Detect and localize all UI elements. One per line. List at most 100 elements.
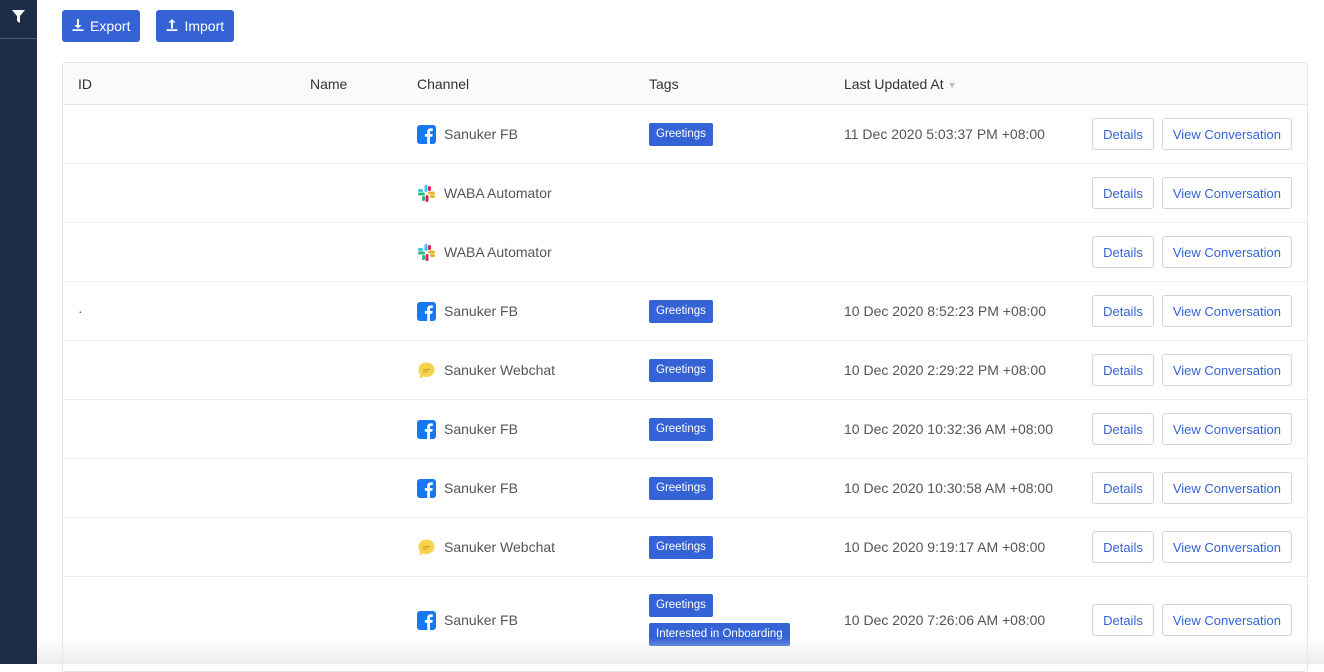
tag-badge: Greetings: [649, 299, 713, 323]
table-header-row: ID Name Channel Tags Last Updated At ▼: [63, 63, 1307, 105]
upload-icon: [166, 18, 178, 34]
cell-name: [310, 281, 417, 341]
tag-badge: Greetings: [649, 358, 713, 382]
cell-name: [310, 340, 417, 400]
facebook-icon: [417, 478, 436, 498]
cell-actions: Details View Conversation: [1092, 576, 1307, 664]
details-button[interactable]: Details: [1092, 236, 1154, 268]
cell-tags: Greetings: [649, 340, 844, 400]
details-button[interactable]: Details: [1092, 604, 1154, 636]
cell-name: [310, 517, 417, 577]
table-row: WABA Automator Details View Conversation: [63, 163, 1307, 223]
cell-tags: Greetings Interested in Onboarding: [649, 576, 844, 664]
view-conversation-button[interactable]: View Conversation: [1161, 236, 1292, 268]
column-header-last-updated-label: Last Updated At: [844, 75, 944, 92]
tag-badge: Greetings: [649, 122, 713, 146]
cell-channel: WABA Automator: [417, 222, 649, 282]
cell-channel: Sanuker FB: [417, 104, 649, 164]
view-conversation-button[interactable]: View Conversation: [1161, 531, 1292, 563]
export-button[interactable]: Export: [62, 10, 141, 42]
details-button[interactable]: Details: [1092, 531, 1154, 563]
channel-name: Sanuker FB: [444, 480, 518, 496]
column-header-channel[interactable]: Channel: [417, 63, 649, 105]
cell-last-updated: 10 Dec 2020 8:52:23 PM +08:00: [844, 281, 1094, 341]
column-header-last-updated[interactable]: Last Updated At ▼: [844, 63, 1094, 105]
filter-button[interactable]: [0, 0, 37, 39]
details-button[interactable]: Details: [1092, 354, 1154, 386]
cell-id: [63, 104, 310, 164]
channel-name: Sanuker FB: [444, 303, 518, 319]
cell-actions: Details View Conversation: [1092, 458, 1307, 518]
details-button[interactable]: Details: [1092, 413, 1154, 445]
details-button[interactable]: Details: [1092, 295, 1154, 327]
cell-name: [310, 222, 417, 282]
cell-id: [63, 163, 310, 223]
export-label: Export: [90, 18, 131, 34]
tag-badge: Interested in Onboarding: [649, 623, 790, 646]
cell-actions: Details View Conversation: [1092, 163, 1307, 223]
facebook-icon: [417, 610, 436, 630]
cell-tags: Greetings: [649, 458, 844, 518]
view-conversation-button[interactable]: View Conversation: [1161, 354, 1292, 386]
webchat-icon: [417, 361, 436, 380]
channel-name: Sanuker FB: [444, 612, 518, 628]
table-row: WABA Automator Details View Conversation: [63, 222, 1307, 282]
cell-id: [63, 517, 310, 577]
cell-channel: Sanuker FB: [417, 281, 649, 341]
view-conversation-button[interactable]: View Conversation: [1161, 604, 1292, 636]
cell-tags: [649, 163, 844, 223]
cell-actions: Details View Conversation: [1092, 222, 1307, 282]
view-conversation-button[interactable]: View Conversation: [1161, 413, 1292, 445]
column-header-tags[interactable]: Tags: [649, 63, 844, 105]
cell-last-updated: 10 Dec 2020 10:32:36 AM +08:00: [844, 399, 1094, 459]
cell-tags: [649, 222, 844, 282]
tag-badge: Greetings: [649, 535, 713, 559]
cell-name: [310, 458, 417, 518]
cell-id: ·: [63, 281, 310, 341]
cell-last-updated: 10 Dec 2020 10:30:58 AM +08:00: [844, 458, 1094, 518]
channel-name: Sanuker FB: [444, 126, 518, 142]
facebook-icon: [417, 419, 436, 439]
table-row: Sanuker Webchat Greetings 10 Dec 2020 9:…: [63, 517, 1307, 577]
tag-badge: Greetings: [649, 594, 713, 617]
cell-actions: Details View Conversation: [1092, 104, 1307, 164]
table-row: Sanuker FB Greetings 10 Dec 2020 10:32:3…: [63, 399, 1307, 459]
facebook-icon: [417, 301, 436, 321]
cell-tags: Greetings: [649, 281, 844, 341]
cell-last-updated: 10 Dec 2020 9:19:17 AM +08:00: [844, 517, 1094, 577]
channel-name: Sanuker Webchat: [444, 539, 556, 555]
cell-id: [63, 399, 310, 459]
table-row: Sanuker FB Greetings Interested in Onboar…: [63, 576, 1307, 664]
cell-channel: Sanuker Webchat: [417, 517, 649, 577]
cell-actions: Details View Conversation: [1092, 281, 1307, 341]
column-header-name[interactable]: Name: [310, 63, 417, 105]
cell-last-updated: 10 Dec 2020 7:26:06 AM +08:00: [844, 576, 1094, 664]
facebook-icon: [417, 124, 436, 144]
column-header-id[interactable]: ID: [63, 63, 310, 105]
view-conversation-button[interactable]: View Conversation: [1161, 118, 1292, 150]
channel-name: WABA Automator: [444, 244, 552, 260]
table-row: Sanuker FB Greetings 11 Dec 2020 5:03:37…: [63, 104, 1307, 164]
slack-icon: [417, 184, 436, 203]
table-row: Sanuker FB Greetings 10 Dec 2020 10:30:5…: [63, 458, 1307, 518]
cell-name: [310, 576, 417, 664]
details-button[interactable]: Details: [1092, 472, 1154, 504]
view-conversation-button[interactable]: View Conversation: [1161, 177, 1292, 209]
table-row: Sanuker Webchat Greetings 10 Dec 2020 2:…: [63, 340, 1307, 400]
view-conversation-button[interactable]: View Conversation: [1161, 295, 1292, 327]
toolbar: Export Import: [62, 10, 235, 42]
cell-name: [310, 399, 417, 459]
cell-channel: Sanuker Webchat: [417, 340, 649, 400]
column-header-actions: [1094, 63, 1307, 105]
details-button[interactable]: Details: [1092, 177, 1154, 209]
cell-tags: Greetings: [649, 517, 844, 577]
slack-icon: [417, 243, 436, 262]
view-conversation-button[interactable]: View Conversation: [1161, 472, 1292, 504]
cell-id: [63, 340, 310, 400]
webchat-icon: [417, 538, 436, 557]
import-label: Import: [184, 18, 225, 34]
channel-name: WABA Automator: [444, 185, 552, 201]
sort-caret-icon[interactable]: ▼: [948, 80, 957, 90]
details-button[interactable]: Details: [1092, 118, 1154, 150]
import-button[interactable]: Import: [156, 10, 235, 42]
